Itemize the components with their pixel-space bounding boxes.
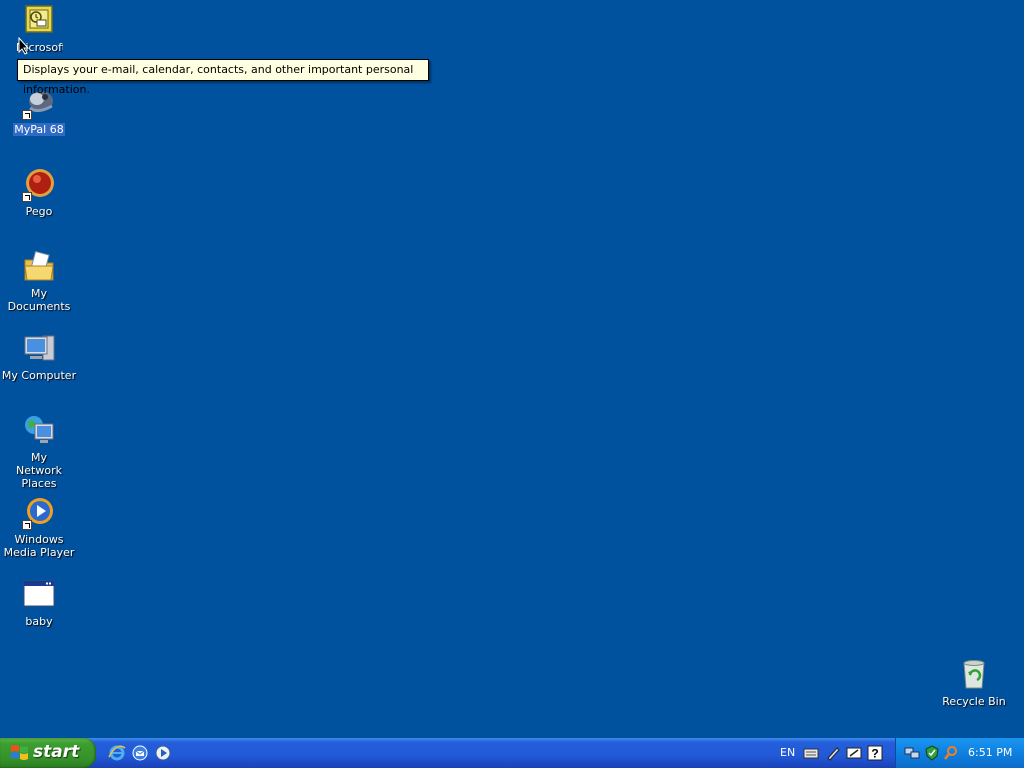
desktop-icon-windows-media-player[interactable]: Windows Media Player xyxy=(0,496,78,559)
pen-icon[interactable] xyxy=(825,745,841,761)
desktop-icon-label: Recycle Bin xyxy=(942,695,1006,708)
pego-icon xyxy=(22,168,56,202)
speech-tool-icon[interactable] xyxy=(846,745,862,761)
desktop-icon-label: Pego xyxy=(25,205,53,218)
desktop-icon-baby[interactable]: baby xyxy=(0,578,78,628)
outlook-express-icon[interactable] xyxy=(131,744,149,762)
mouse-cursor-icon xyxy=(18,37,30,55)
computer-icon xyxy=(22,332,56,366)
recycle-bin-icon xyxy=(957,658,991,692)
desktop-icon-label: Windows Media Player xyxy=(3,533,75,559)
shortcut-arrow-icon xyxy=(22,110,32,120)
start-label: start xyxy=(33,742,80,762)
language-indicator[interactable]: EN xyxy=(780,746,795,759)
security-shield-icon[interactable] xyxy=(924,745,940,761)
network-icon[interactable] xyxy=(904,745,920,761)
desktop-icon-label: baby xyxy=(25,615,53,628)
desktop-icon-recycle-bin[interactable]: Recycle Bin xyxy=(935,658,1013,708)
start-button[interactable]: start xyxy=(0,738,96,768)
shortcut-arrow-icon xyxy=(22,520,32,530)
network-places-icon xyxy=(22,414,56,448)
search-icon[interactable] xyxy=(943,745,959,761)
help-icon[interactable]: ? xyxy=(867,745,883,761)
media-player-icon[interactable] xyxy=(154,744,172,762)
window-file-icon xyxy=(22,578,56,612)
folder-documents-icon xyxy=(22,250,56,284)
desktop-icon-label: My Computer xyxy=(1,369,77,382)
shortcut-arrow-icon xyxy=(22,192,32,202)
desktop-icon-my-network-places[interactable]: My Network Places xyxy=(0,414,78,490)
desktop-icon-my-computer[interactable]: My Computer xyxy=(0,332,78,382)
svg-text:?: ? xyxy=(871,747,878,761)
taskbar: start EN ? 6:51 PM xyxy=(0,738,1024,768)
desktop-icon-my-documents[interactable]: My Documents xyxy=(0,250,78,313)
windows-logo-icon xyxy=(11,745,28,760)
keyboard-icon[interactable] xyxy=(803,745,819,761)
clock[interactable]: 6:51 PM xyxy=(968,746,1012,759)
outlook-icon xyxy=(22,4,56,38)
desktop-icon-pego[interactable]: Pego xyxy=(0,168,78,218)
desktop: Microsoft Outlook MyPal 68 Pego xyxy=(0,0,1024,738)
desktop-icon-label: My Network Places xyxy=(16,451,62,490)
media-player-icon xyxy=(22,496,56,530)
desktop-icon-label: MyPal 68 xyxy=(13,123,65,136)
system-tray: 6:51 PM xyxy=(895,738,1024,768)
desktop-icon-label: My Documents xyxy=(7,287,71,313)
internet-explorer-icon[interactable] xyxy=(108,744,126,762)
outlook-tooltip: Displays your e-mail, calendar, contacts… xyxy=(17,59,429,96)
desktop-icon-outlook[interactable]: Microsoft Outlook xyxy=(0,4,78,57)
